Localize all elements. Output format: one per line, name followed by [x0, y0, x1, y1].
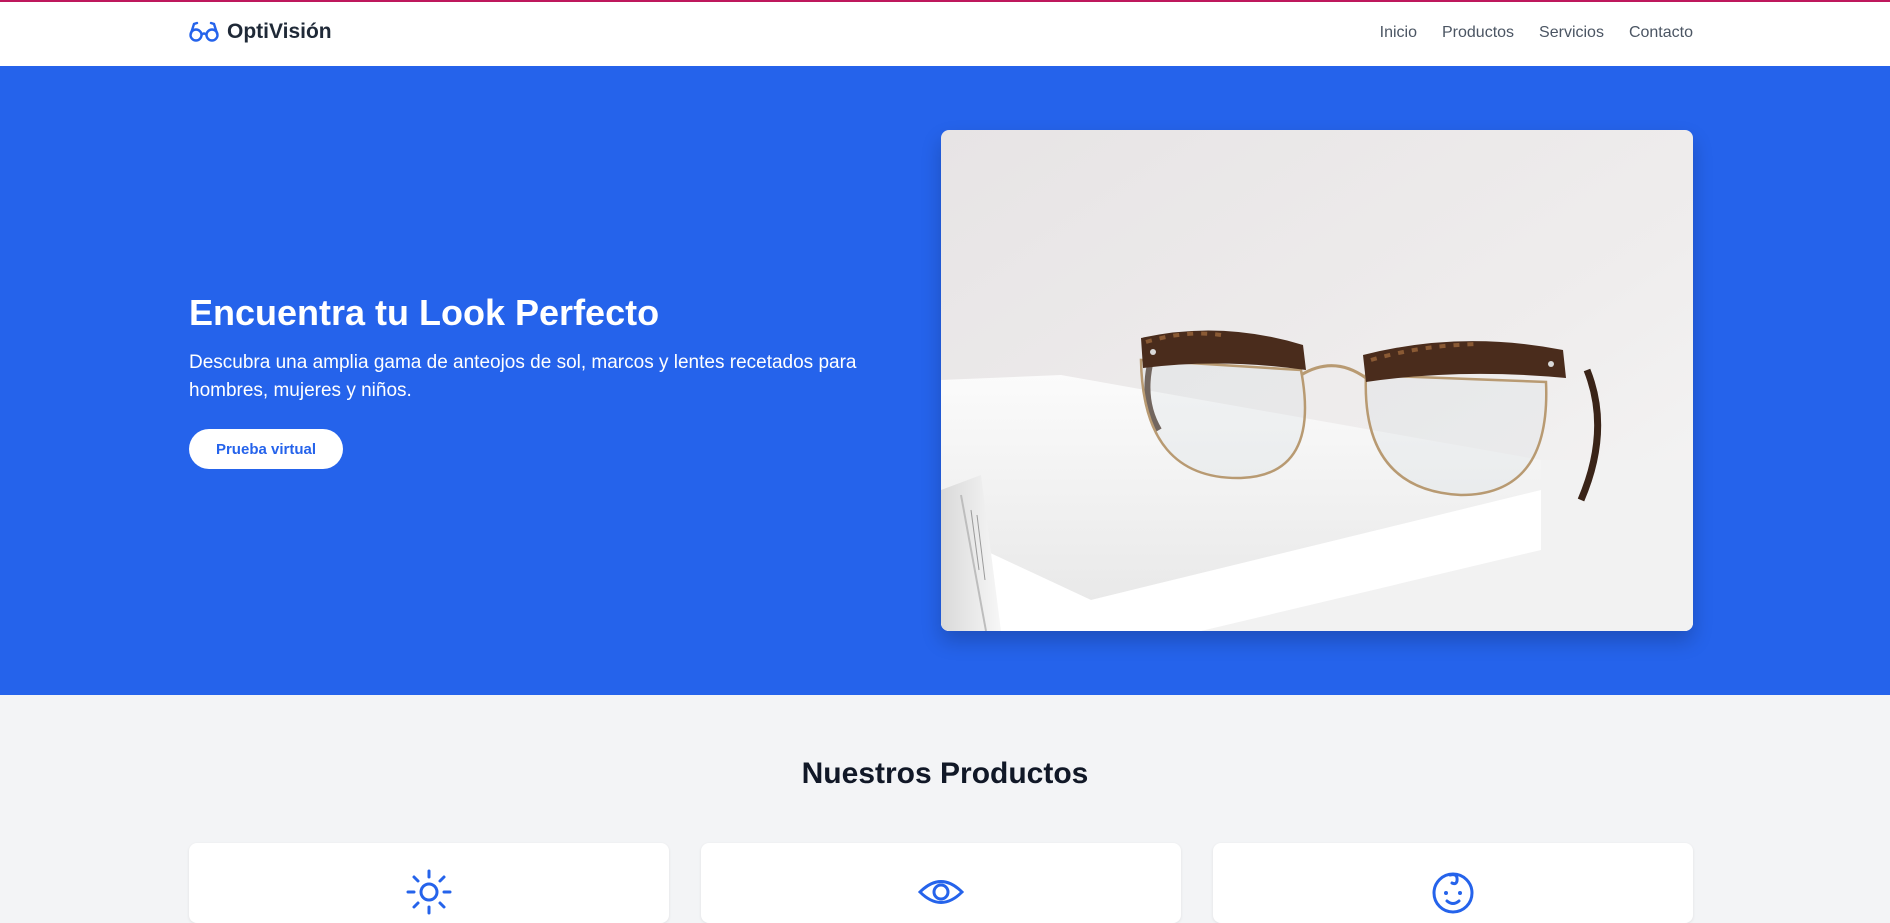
glasses-icon: [189, 21, 219, 42]
sun-icon: [406, 869, 452, 915]
eye-icon: [918, 880, 964, 904]
brand-logo[interactable]: OptiVisión: [189, 20, 332, 44]
hero-image-glasses-on-book: [941, 130, 1693, 631]
nav-link-contacto[interactable]: Contacto: [1629, 24, 1693, 42]
product-card-frames[interactable]: [701, 843, 1181, 923]
nav-link-servicios[interactable]: Servicios: [1539, 24, 1604, 42]
site-header: OptiVisión Inicio Productos Servicios Co…: [0, 2, 1890, 66]
hero-title: Encuentra tu Look Perfecto: [189, 292, 660, 333]
products-section-title: Nuestros Productos: [801, 757, 1089, 790]
nav-link-productos[interactable]: Productos: [1442, 24, 1514, 42]
virtual-try-on-button[interactable]: Prueba virtual: [189, 429, 343, 469]
brand-name: OptiVisión: [227, 20, 332, 43]
hero-section: Encuentra tu Look Perfecto Descubra una …: [0, 66, 1890, 695]
product-card-sunglasses[interactable]: [189, 843, 669, 923]
baby-face-icon: [1432, 872, 1474, 914]
nav-link-inicio[interactable]: Inicio: [1380, 24, 1417, 42]
product-card-kids[interactable]: [1213, 843, 1693, 923]
hero-description: Descubra una amplia gama de anteojos de …: [189, 352, 857, 401]
main-nav: Inicio Productos Servicios Contacto: [1380, 24, 1693, 42]
